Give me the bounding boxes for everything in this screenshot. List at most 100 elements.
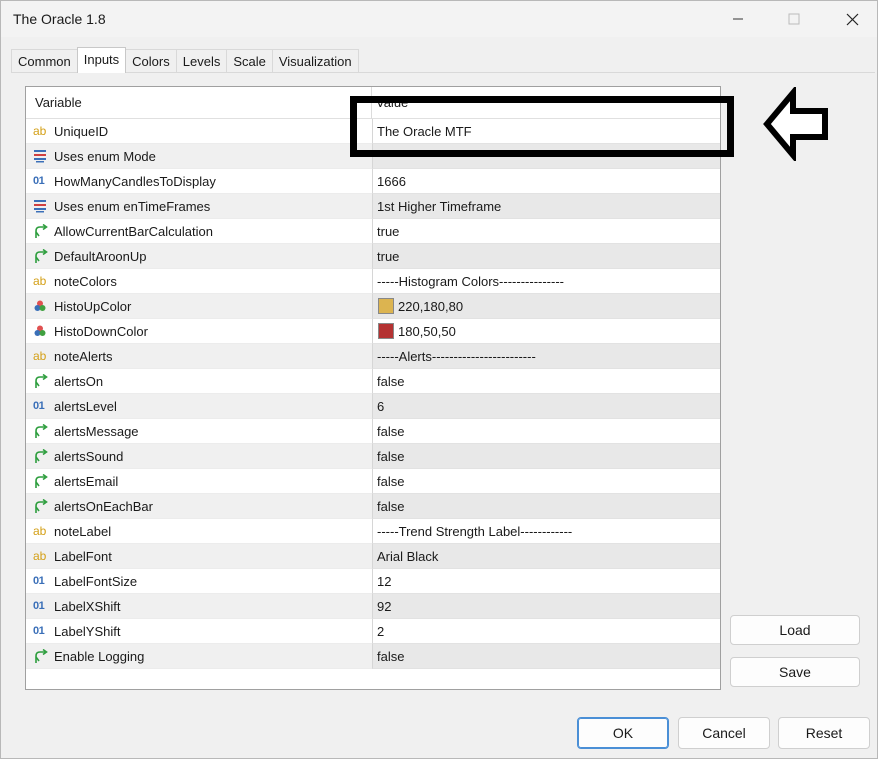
table-row[interactable]: alertsOn false — [26, 369, 720, 394]
column-header-variable[interactable]: Variable — [35, 95, 82, 110]
variable-cell: AllowCurrentBarCalculation — [26, 219, 372, 244]
value-text: -----Alerts------------------------ — [377, 349, 536, 364]
tab-strip: Common Inputs Colors Levels Scale Visualizati… — [11, 47, 359, 73]
variable-name: HowManyCandlesToDisplay — [54, 174, 216, 189]
value-cell[interactable]: -----Trend Strength Label------------ — [372, 519, 720, 544]
tab-inputs[interactable]: Inputs — [76, 47, 127, 73]
table-row[interactable]: HistoDownColor 180,50,50 — [26, 319, 720, 344]
color-swatch[interactable] — [378, 323, 394, 339]
tab-visualization[interactable]: Visualization — [271, 49, 359, 73]
string-type-icon: ab — [33, 124, 47, 138]
value-cell[interactable]: 1st Higher Timeframe — [372, 194, 720, 219]
table-row[interactable]: Uses enum enTimeFrames 1st Higher Timefra… — [26, 194, 720, 219]
value-cell[interactable]: false — [372, 419, 720, 444]
cancel-button[interactable]: Cancel — [678, 717, 770, 749]
tab-colors[interactable]: Colors — [125, 49, 177, 73]
variable-cell: Enable Logging — [26, 644, 372, 669]
integer-type-icon: 01 — [33, 600, 45, 612]
value-cell[interactable]: -----Histogram Colors--------------- — [372, 269, 720, 294]
variable-name: HistoUpColor — [54, 299, 132, 314]
value-text: true — [377, 224, 400, 239]
variable-name: alertsLevel — [54, 399, 117, 414]
variable-name: noteLabel — [54, 524, 112, 539]
value-cell[interactable]: false — [372, 369, 720, 394]
variable-name: alertsOnEachBar — [54, 499, 153, 514]
color-type-icon — [33, 324, 49, 339]
title-bar: The Oracle 1.8 — [1, 1, 877, 37]
window-title: The Oracle 1.8 — [13, 11, 106, 27]
value-text: false — [377, 374, 405, 389]
table-row[interactable]: ab LabelFont Arial Black — [26, 544, 720, 569]
value-cell[interactable]: false — [372, 644, 720, 669]
close-button[interactable] — [829, 1, 875, 37]
variable-cell: ab noteColors — [26, 269, 372, 294]
table-row[interactable]: AllowCurrentBarCalculation true — [26, 219, 720, 244]
value-cell[interactable]: 92 — [372, 594, 720, 619]
variable-cell: alertsMessage — [26, 419, 372, 444]
value-text: false — [377, 474, 405, 489]
value-cell[interactable]: 2 — [372, 619, 720, 644]
table-row[interactable]: ab noteLabel -----Trend Strength Label----… — [26, 519, 720, 544]
boolean-type-icon — [33, 648, 49, 664]
save-button[interactable]: Save — [730, 657, 860, 687]
value-text: false — [377, 649, 405, 664]
minimize-button[interactable] — [715, 1, 761, 37]
load-button[interactable]: Load — [730, 615, 860, 645]
value-text: 2 — [377, 624, 385, 639]
table-row[interactable]: alertsMessage false — [26, 419, 720, 444]
table-row[interactable]: HistoUpColor 220,180,80 — [26, 294, 720, 319]
value-text: -----Histogram Colors--------------- — [377, 274, 564, 289]
table-row[interactable]: alertsEmail false — [26, 469, 720, 494]
table-row[interactable]: 01 alertsLevel 6 — [26, 394, 720, 419]
table-row[interactable]: DefaultAroonUp true — [26, 244, 720, 269]
value-cell[interactable]: false — [372, 469, 720, 494]
inputs-grid[interactable]: Variable Value ab UniqueID The Oracle MTF U… — [25, 86, 721, 690]
variable-cell: ab LabelFont — [26, 544, 372, 569]
value-cell[interactable]: true — [372, 219, 720, 244]
tab-common[interactable]: Common — [11, 49, 78, 73]
table-row[interactable]: 01 HowManyCandlesToDisplay 1666 — [26, 169, 720, 194]
value-text: 220,180,80 — [398, 299, 464, 314]
table-row[interactable]: 01 LabelFontSize 12 — [26, 569, 720, 594]
color-type-icon — [33, 299, 49, 314]
variable-name: alertsMessage — [54, 424, 139, 439]
variable-name: alertsOn — [54, 374, 104, 389]
value-cell[interactable]: -----Alerts------------------------ — [372, 344, 720, 369]
value-cell[interactable]: true — [372, 244, 720, 269]
value-text: 6 — [377, 399, 385, 414]
reset-button[interactable]: Reset — [778, 717, 870, 749]
color-swatch[interactable] — [378, 298, 394, 314]
table-row[interactable]: alertsOnEachBar false — [26, 494, 720, 519]
value-text: 1st Higher Timeframe — [377, 199, 502, 214]
value-cell[interactable]: Arial Black — [372, 544, 720, 569]
value-cell[interactable]: false — [372, 444, 720, 469]
close-icon — [846, 13, 858, 25]
value-text: Arial Black — [377, 549, 439, 564]
table-row[interactable]: ab noteAlerts -----Alerts-----------------… — [26, 344, 720, 369]
maximize-button[interactable] — [771, 1, 817, 37]
value-cell[interactable]: 220,180,80 — [372, 294, 720, 319]
variable-cell: 01 alertsLevel — [26, 394, 372, 419]
variable-name: Enable Logging — [54, 649, 145, 664]
tab-levels[interactable]: Levels — [175, 49, 228, 73]
value-cell[interactable]: 1666 — [372, 169, 720, 194]
boolean-type-icon — [33, 373, 49, 389]
variable-cell: 01 HowManyCandlesToDisplay — [26, 169, 372, 194]
table-row[interactable]: ab noteColors -----Histogram Colors-------… — [26, 269, 720, 294]
ok-button[interactable]: OK — [577, 717, 669, 749]
table-row[interactable]: Enable Logging false — [26, 644, 720, 669]
variable-cell: ab noteLabel — [26, 519, 372, 544]
tab-scale[interactable]: Scale — [226, 49, 273, 73]
boolean-type-icon — [33, 448, 49, 464]
value-cell[interactable]: 12 — [372, 569, 720, 594]
enum-type-icon — [33, 199, 49, 214]
grid-rows: ab UniqueID The Oracle MTF Uses enum Mode 01… — [26, 119, 720, 669]
value-text: true — [377, 249, 400, 264]
table-row[interactable]: 01 LabelYShift 2 — [26, 619, 720, 644]
table-row[interactable]: alertsSound false — [26, 444, 720, 469]
value-cell[interactable]: 180,50,50 — [372, 319, 720, 344]
value-cell[interactable]: 6 — [372, 394, 720, 419]
variable-name: Uses enum enTimeFrames — [54, 199, 211, 214]
table-row[interactable]: 01 LabelXShift 92 — [26, 594, 720, 619]
value-cell[interactable]: false — [372, 494, 720, 519]
